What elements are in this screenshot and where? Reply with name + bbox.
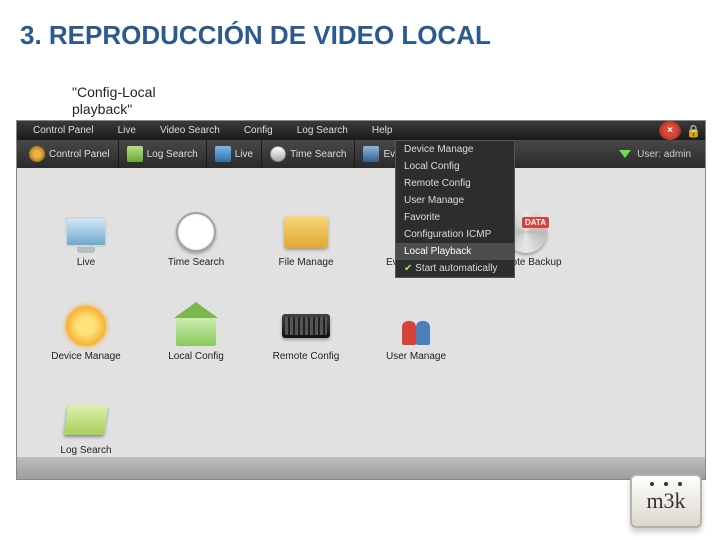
menu-log-search[interactable]: Log Search <box>287 125 358 136</box>
launcher-device-manage[interactable]: Device Manage <box>31 276 141 362</box>
status-bar <box>17 457 705 479</box>
menu-item-user-manage[interactable]: User Manage <box>396 192 514 209</box>
launcher-label: Device Manage <box>51 351 120 362</box>
lock-icon[interactable]: 🔒 <box>686 124 701 138</box>
launcher-local-config[interactable]: Local Config <box>141 276 251 362</box>
toolbar-right: User: admin <box>619 149 701 160</box>
monitor-icon <box>65 217 107 247</box>
logo-text: m3k <box>646 488 685 514</box>
event-icon <box>363 146 379 162</box>
close-icon[interactable]: × <box>659 121 681 140</box>
launcher-user-manage[interactable]: User Manage <box>361 276 471 362</box>
gear-sun-icon <box>66 306 106 346</box>
slide-title: 3. REPRODUCCIÓN DE VIDEO LOCAL <box>0 0 720 59</box>
config-dropdown: Device Manage Local Config Remote Config… <box>395 140 515 278</box>
menubar: Control Panel Live Video Search Config L… <box>17 121 705 140</box>
m3k-logo: m3k <box>630 474 702 528</box>
menu-help[interactable]: Help <box>362 125 403 136</box>
tool-label: Time Search <box>290 149 346 160</box>
menu-video-search[interactable]: Video Search <box>150 125 230 136</box>
launcher-log-search[interactable]: Log Search <box>31 370 141 456</box>
launcher-label: Log Search <box>60 445 111 456</box>
clock-icon <box>270 146 286 162</box>
callout-text: "Config-Local playback" <box>72 84 192 118</box>
launcher-label: Live <box>77 257 95 268</box>
tool-label: Live <box>235 149 253 160</box>
house-icon <box>176 316 216 346</box>
launcher-label: File Manage <box>278 257 333 268</box>
menu-item-local-config[interactable]: Local Config <box>396 158 514 175</box>
launcher-remote-config[interactable]: Remote Config <box>251 276 361 362</box>
user-label: User: admin <box>637 149 691 160</box>
tool-control-panel[interactable]: Control Panel <box>21 140 118 168</box>
menu-item-config-icmp[interactable]: Configuration ICMP <box>396 226 514 243</box>
users-icon <box>394 307 438 345</box>
menu-config[interactable]: Config <box>234 125 283 136</box>
clock-icon <box>176 212 216 252</box>
menu-control-panel[interactable]: Control Panel <box>23 125 104 136</box>
menu-item-start-automatically[interactable]: Start automatically <box>396 260 514 277</box>
launcher-label: Local Config <box>168 351 224 362</box>
tool-label: Log Search <box>147 149 198 160</box>
menu-item-device-manage[interactable]: Device Manage <box>396 141 514 158</box>
log-icon <box>127 146 143 162</box>
keyboard-icon <box>282 314 330 338</box>
tool-label: Control Panel <box>49 149 110 160</box>
dropdown-arrow-icon[interactable] <box>619 150 631 158</box>
launcher-live[interactable]: Live <box>31 182 141 268</box>
live-icon <box>215 146 231 162</box>
menu-live[interactable]: Live <box>108 125 146 136</box>
folder-icon <box>284 216 328 248</box>
launcher-file-manage[interactable]: File Manage <box>251 182 361 268</box>
tool-live[interactable]: Live <box>206 140 261 168</box>
launcher-label: Remote Config <box>273 351 340 362</box>
launcher-time-search[interactable]: Time Search <box>141 182 251 268</box>
launcher-label: Time Search <box>168 257 224 268</box>
gear-icon <box>29 146 45 162</box>
app-window: Control Panel Live Video Search Config L… <box>16 120 706 480</box>
tool-time-search[interactable]: Time Search <box>261 140 354 168</box>
launcher-label: User Manage <box>386 351 446 362</box>
launcher-grid: Live Time Search File Manage Event Searc… <box>17 168 705 470</box>
toolbar: Control Panel Log Search Live Time Searc… <box>17 140 705 168</box>
menu-item-favorite[interactable]: Favorite <box>396 209 514 226</box>
menu-item-local-playback[interactable]: Local Playback <box>396 243 514 260</box>
logbook-icon <box>64 405 108 435</box>
logo-dots-icon <box>650 482 682 486</box>
menu-item-remote-config[interactable]: Remote Config <box>396 175 514 192</box>
tool-log-search[interactable]: Log Search <box>118 140 206 168</box>
